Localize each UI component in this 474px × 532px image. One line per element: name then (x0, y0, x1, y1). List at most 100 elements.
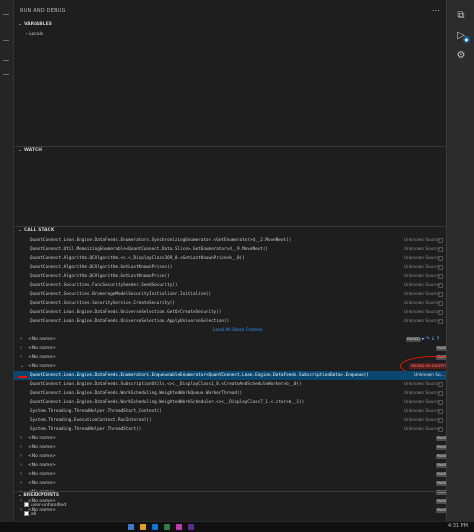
chevron-right-icon[interactable]: › (20, 335, 22, 344)
taskbar-app-icon[interactable] (128, 524, 134, 530)
exception-thread-row[interactable]: ⌄ <No name> PAUSED ON EXCEPTION (14, 356, 468, 376)
stack-frame[interactable]: System.Threading.ThreadHelper.ThreadStar… (14, 425, 446, 434)
frame-source: Unknown Source (404, 247, 441, 252)
stack-frame[interactable]: QuantConnect.Securities.SecurityService.… (14, 299, 446, 308)
variables-header-label: VARIABLES (24, 22, 52, 27)
checkbox[interactable] (24, 511, 29, 516)
current-stack-frame[interactable]: QuantConnect.Lean.Engine.DataFeeds.Enume… (14, 371, 446, 380)
thread-name: <No name> (28, 355, 56, 360)
thread-name: <No name> (28, 445, 56, 450)
frame-name: QuantConnect.Lean.Engine.DataFeeds.Unive… (30, 310, 222, 315)
taskbar-app-icon[interactable] (152, 524, 158, 530)
chevron-right-icon[interactable]: › (20, 344, 22, 353)
copy-icon[interactable]: ⧉ (455, 10, 467, 22)
step-out-icon[interactable]: ↑ (436, 336, 441, 342)
frame-source: Unknown Source (404, 427, 441, 432)
stack-frame[interactable]: System.Threading.ExecutionContext.RunInt… (14, 416, 446, 425)
taskbar-app-icon[interactable] (164, 524, 170, 530)
stack-frame[interactable]: QuantConnect.Securities.BrokerageModelSe… (14, 290, 446, 299)
breakpoint-label: user-unhandled (31, 503, 67, 508)
thread-row[interactable]: › <No name> PAUSED (14, 452, 451, 461)
frame-name: QuantConnect.Securities.BrokerageModelSe… (30, 292, 212, 297)
stack-frame[interactable]: QuantConnect.Algorithm.QCAlgorithm.GetLa… (14, 272, 446, 281)
ellipsis-icon[interactable]: ⋯ (432, 6, 440, 15)
source-indicator-icon (438, 409, 443, 414)
breakpoint-all[interactable]: all (24, 511, 36, 517)
load-all-label[interactable]: Load All Stack Frames (213, 326, 263, 335)
stack-frame[interactable]: QuantConnect.Algorithm.QCAlgorithm.<c.<_… (14, 254, 446, 263)
source-indicator-icon (438, 256, 443, 261)
section-divider (14, 491, 446, 492)
frame-name: QuantConnect.Lean.Engine.DataFeeds.WorkS… (30, 391, 243, 396)
frame-source: Unknown Source (404, 238, 441, 243)
call-stack-list: QuantConnect.Lean.Engine.DataFeeds.Enume… (14, 236, 468, 515)
stack-frame[interactable]: QuantConnect.Algorithm.QCAlgorithm.GetLa… (14, 263, 446, 272)
scope-locals[interactable]: › Locals (26, 32, 43, 37)
scope-locals-label: Locals (29, 32, 44, 37)
thread-row[interactable]: › <No name> PAUSED (14, 488, 451, 497)
watch-section-header[interactable]: ⌄ WATCH (18, 148, 444, 155)
breakpoint-user-unhandled[interactable]: user-unhandled (24, 502, 66, 508)
chevron-right-icon[interactable]: › (20, 461, 22, 470)
taskbar-app-icon[interactable] (176, 524, 182, 530)
gear-icon[interactable]: ⚙ (455, 50, 467, 62)
section-divider (14, 146, 446, 147)
stack-frame[interactable]: QuantConnect.Util.MemoizingEnumerable<Qu… (14, 245, 446, 254)
frame-source: Unknown Source (404, 292, 441, 297)
debug-toolbar-icons[interactable]: ▸↷↓↑ (422, 335, 441, 344)
chevron-right-icon[interactable]: › (20, 452, 22, 461)
frame-source: Unknown Source (404, 418, 441, 423)
source-indicator-icon (438, 292, 443, 297)
thread-row[interactable]: › <No name> PAUSED (14, 470, 451, 479)
stack-frame[interactable]: QuantConnect.Lean.Engine.DataFeeds.Subsc… (14, 380, 446, 389)
frame-name: QuantConnect.Lean.Engine.DataFeeds.Enume… (30, 373, 369, 378)
stack-frame[interactable]: QuantConnect.Lean.Engine.DataFeeds.Unive… (14, 317, 446, 326)
stack-frame[interactable]: QuantConnect.Securities.FuncSecuritySeed… (14, 281, 446, 290)
source-indicator-icon (438, 382, 443, 387)
taskbar-app-icon[interactable] (140, 524, 146, 530)
chevron-right-icon[interactable]: › (20, 479, 22, 488)
thread-row[interactable]: › <No name> PAUSED (14, 479, 451, 488)
thread-row[interactable]: › <No name> PAUSED (14, 497, 451, 506)
frame-source: Unknown Source (404, 265, 441, 270)
frame-name: QuantConnect.Util.MemoizingEnumerable<Qu… (30, 247, 268, 252)
call-stack-section-header[interactable]: ⌄ CALL STACK (18, 228, 444, 235)
thread-row[interactable]: › <No name> PAUSED (14, 506, 451, 515)
checkbox[interactable] (24, 502, 29, 507)
source-indicator-icon (438, 391, 443, 396)
frame-source: Unknown Source (404, 274, 441, 279)
chevron-right-icon[interactable]: › (20, 353, 22, 362)
load-all-stack-frames-link[interactable]: Load All Stack Frames (14, 326, 446, 335)
thread-row[interactable]: › <No name> PAUSED (14, 443, 451, 452)
stack-frame[interactable]: System.Threading.ThreadHelper.ThreadStar… (14, 407, 446, 416)
source-indicator-icon (438, 274, 443, 279)
thread-row[interactable]: › <No name> PAUSED (14, 461, 451, 470)
thread-name: <No name> (28, 463, 56, 468)
stack-frame[interactable]: QuantConnect.Lean.Engine.DataFeeds.Enume… (14, 236, 446, 245)
thread-row[interactable]: › <No name> PAUSED (14, 344, 451, 353)
thread-name: <No name> (28, 364, 56, 369)
source-indicator-icon (438, 238, 443, 243)
source-indicator-icon (438, 400, 443, 405)
thread-row[interactable]: › <No name> PAUSED ▸↷↓↑ (14, 335, 446, 344)
stack-frame[interactable]: QuantConnect.Lean.Engine.DataFeeds.Unive… (14, 308, 446, 317)
taskbar-app-icon[interactable] (188, 524, 194, 530)
chevron-right-icon[interactable]: › (20, 470, 22, 479)
chevron-right-icon[interactable]: › (20, 497, 22, 506)
thread-row[interactable]: › <No name> PAUSED (14, 353, 451, 362)
chevron-down-icon[interactable]: ⌄ (20, 362, 24, 371)
breakpoints-section-header[interactable]: ⌄ BREAKPOINTS (18, 493, 59, 498)
source-indicator-icon (438, 247, 443, 252)
call-stack-header-label: CALL STACK (24, 228, 55, 233)
chevron-right-icon[interactable]: › (20, 443, 22, 452)
thread-name: <No name> (28, 346, 56, 351)
panel-title-text: RUN AND DEBUG (20, 8, 66, 14)
thread-row[interactable]: › <No name> PAUSED (14, 434, 451, 443)
chevron-down-icon: ⌄ (18, 493, 22, 498)
run-and-debug-panel: RUN AND DEBUG ⋯ ⌄ VARIABLES › Locals ⌄ WAT… (14, 0, 468, 521)
variables-section-header[interactable]: ⌄ VARIABLES (18, 22, 444, 29)
stack-frame[interactable]: QuantConnect.Lean.Engine.DataFeeds.WorkS… (14, 398, 446, 407)
stack-frame[interactable]: QuantConnect.Lean.Engine.DataFeeds.WorkS… (14, 389, 446, 398)
chevron-right-icon[interactable]: › (20, 434, 22, 443)
chevron-right-icon[interactable]: › (20, 506, 22, 515)
